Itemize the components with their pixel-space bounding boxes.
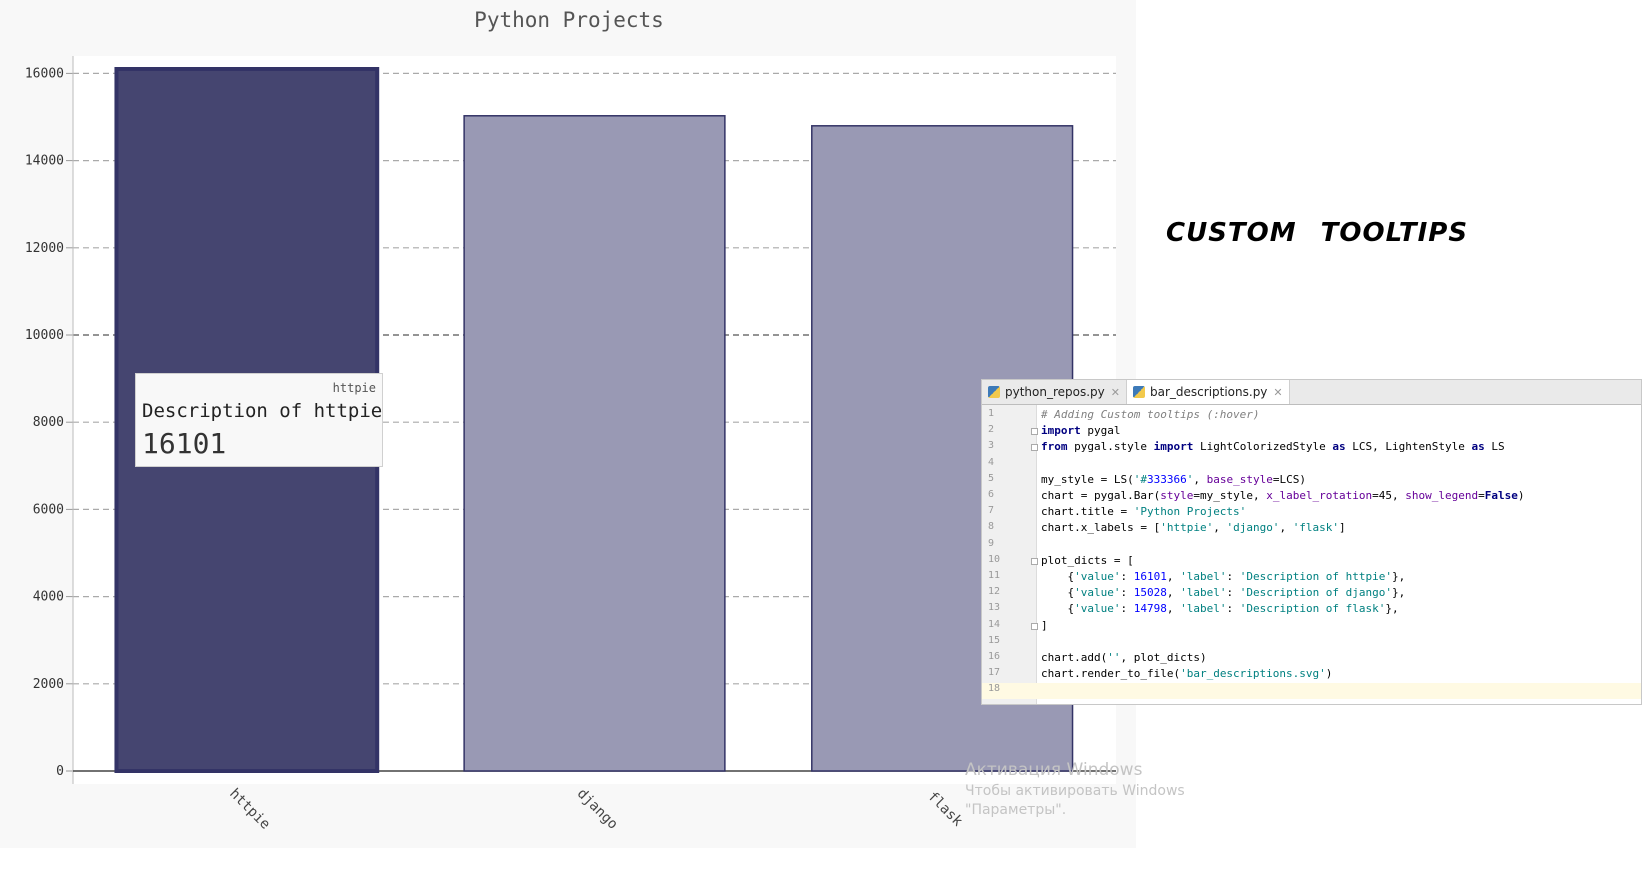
tab-label: python_repos.py xyxy=(1005,385,1105,399)
line-number: 14 xyxy=(988,618,1001,630)
line-number: 2 xyxy=(988,424,995,436)
code-text: ] xyxy=(1041,618,1048,632)
y-tick-label: 4000 xyxy=(33,590,64,605)
y-tick-label: 6000 xyxy=(33,502,64,517)
line-number: 12 xyxy=(988,586,1001,598)
line-number: 9 xyxy=(988,537,995,549)
code-line[interactable]: 7 chart.title = 'Python Projects' xyxy=(982,505,1641,521)
code-line[interactable]: 17 chart.render_to_file('bar_descriptions… xyxy=(982,667,1641,683)
line-number: 18 xyxy=(988,683,1001,695)
code-line[interactable]: 2 import pygal xyxy=(982,424,1641,440)
line-number: 4 xyxy=(988,456,995,468)
y-tick-label: 10000 xyxy=(25,328,64,343)
x-tick-label-httpie: httpie xyxy=(226,786,273,833)
fold-marker-icon[interactable] xyxy=(1031,444,1038,452)
line-number: 7 xyxy=(988,505,995,517)
watermark-line-1: Активация Windows xyxy=(965,760,1143,780)
x-tick-label-django: django xyxy=(574,786,621,833)
code-line[interactable]: 11 {'value': 16101, 'label': 'Descriptio… xyxy=(982,570,1641,586)
code-line[interactable]: 16 chart.add('', plot_dicts) xyxy=(982,651,1641,667)
chart-panel: Python Projects 0 2000 4000 6000 8000 10000 120… xyxy=(0,0,1136,848)
code-line[interactable]: 18 xyxy=(982,683,1641,700)
close-icon[interactable]: ✕ xyxy=(1111,386,1120,399)
fold-marker-icon[interactable] xyxy=(1031,428,1038,436)
line-number: 16 xyxy=(988,651,1001,662)
line-number: 5 xyxy=(988,472,995,484)
watermark-line-3: "Параметры". xyxy=(965,802,1067,818)
y-tick-label: 12000 xyxy=(25,241,64,256)
x-tick-label-flask: flask xyxy=(924,789,966,831)
tab-bar-descriptions[interactable]: bar_descriptions.py ✕ xyxy=(1127,380,1290,404)
code-line[interactable]: 13 {'value': 14798, 'label': 'Descriptio… xyxy=(982,602,1641,618)
line-number: 15 xyxy=(988,634,1001,646)
code-text: # Adding Custom tooltips (:hover) xyxy=(1041,408,1260,421)
tooltip-label: Description of httpie xyxy=(142,400,383,422)
code-line[interactable]: 6 chart = pygal.Bar(style=my_style, x_lab… xyxy=(982,489,1641,505)
code-text: my_style = LS('#333366', base_style=LCS) xyxy=(1041,472,1306,486)
code-editor[interactable]: 1 # Adding Custom tooltips (:hover) 2 impor… xyxy=(982,405,1641,704)
tooltip-x-label: httpie xyxy=(332,381,376,395)
tab-python-repos[interactable]: python_repos.py ✕ xyxy=(982,380,1127,404)
windows-activation-watermark: Активация Windows Чтобы активировать Win… xyxy=(965,760,1185,818)
tab-label: bar_descriptions.py xyxy=(1150,385,1268,399)
code-line[interactable]: 12 {'value': 15028, 'label': 'Descriptio… xyxy=(982,586,1641,602)
code-line[interactable]: 4 xyxy=(982,457,1641,473)
watermark-line-2: Чтобы активировать Windows xyxy=(965,783,1185,799)
close-icon[interactable]: ✕ xyxy=(1273,386,1282,399)
code-text: import pygal xyxy=(1041,424,1121,438)
fold-marker-icon[interactable] xyxy=(1031,622,1038,630)
code-editor-window: python_repos.py ✕ bar_descriptions.py ✕ … xyxy=(981,379,1642,705)
python-file-icon xyxy=(988,386,1000,398)
code-text: chart.add('', plot_dicts) xyxy=(1041,651,1207,664)
line-number: 13 xyxy=(988,602,1001,614)
line-number: 10 xyxy=(988,553,1001,565)
code-text: chart.x_labels = ['httpie', 'django', 'f… xyxy=(1041,521,1346,535)
python-file-icon xyxy=(1133,386,1145,398)
code-text: plot_dicts = [ xyxy=(1041,553,1134,567)
y-tick-label: 16000 xyxy=(25,66,64,81)
custom-tooltips-heading: CUSTOM TOOLTIPS xyxy=(1166,218,1469,248)
editor-tab-bar: python_repos.py ✕ bar_descriptions.py ✕ xyxy=(982,380,1641,405)
line-number: 11 xyxy=(988,570,1001,581)
code-line[interactable]: 8 chart.x_labels = ['httpie', 'django', '… xyxy=(982,521,1641,537)
y-tick-label: 14000 xyxy=(25,154,64,169)
chart-title: Python Projects xyxy=(474,8,664,32)
line-number: 8 xyxy=(988,521,995,533)
code-line[interactable]: 10 plot_dicts = [ xyxy=(982,554,1641,570)
line-number: 3 xyxy=(988,440,995,452)
fold-marker-icon[interactable] xyxy=(1031,557,1038,565)
code-text: {'value': 14798, 'label': 'Description o… xyxy=(1041,602,1399,616)
code-text: chart.render_to_file('bar_descriptions.s… xyxy=(1041,667,1333,681)
code-text: chart.title = 'Python Projects' xyxy=(1041,505,1247,519)
code-line[interactable]: 5 my_style = LS('#333366', base_style=LCS… xyxy=(982,473,1641,489)
code-text: {'value': 15028, 'label': 'Description o… xyxy=(1041,586,1406,600)
chart-tooltip: httpie Description of httpie 16101 xyxy=(135,373,383,467)
code-text: from pygal.style import LightColorizedSt… xyxy=(1041,440,1505,454)
tooltip-value: 16101 xyxy=(142,427,227,460)
line-number: 17 xyxy=(988,667,1001,679)
line-number: 1 xyxy=(988,408,995,419)
code-line[interactable]: 1 # Adding Custom tooltips (:hover) xyxy=(982,408,1641,424)
bar-django xyxy=(463,115,726,772)
code-text: {'value': 16101, 'label': 'Description o… xyxy=(1041,570,1406,583)
code-line[interactable]: 14] xyxy=(982,619,1641,635)
y-tick-label: 0 xyxy=(56,764,64,779)
code-text: chart = pygal.Bar(style=my_style, x_labe… xyxy=(1041,489,1525,502)
y-tick-label: 2000 xyxy=(33,677,64,692)
code-line[interactable]: 9 xyxy=(982,538,1641,554)
code-line[interactable]: 15 xyxy=(982,635,1641,651)
y-tick-label: 8000 xyxy=(33,415,64,430)
line-number: 6 xyxy=(988,489,995,500)
code-line[interactable]: 3 from pygal.style import LightColorizedS… xyxy=(982,440,1641,456)
